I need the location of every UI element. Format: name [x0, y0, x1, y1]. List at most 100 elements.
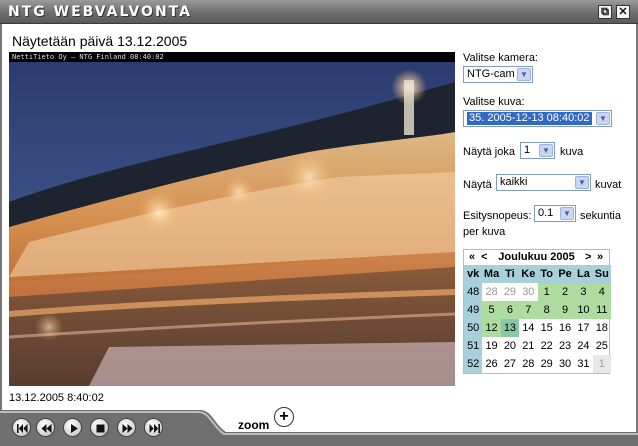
speed-label: Esitysnopeus: — [463, 210, 532, 222]
calendar-day: 20 — [503, 340, 517, 352]
calendar-week-row: 49 5 6 7 8 9 10 11 — [464, 301, 611, 319]
window-title: NTG WEBVALVONTA — [8, 4, 192, 20]
calendar-day: 22 — [540, 340, 553, 352]
every-suffix: kuva — [560, 146, 584, 158]
chevron-down-icon: ▼ — [517, 68, 531, 81]
calendar-day: 29 — [540, 358, 553, 370]
calendar-day: 28 — [522, 358, 535, 370]
calendar-day: 31 — [577, 358, 590, 370]
zoom-in-button[interactable]: + — [274, 407, 294, 427]
camera-select[interactable]: NTG-cam ▼ — [463, 66, 533, 83]
calendar-day: 21 — [522, 340, 535, 352]
calendar-day: 23 — [558, 340, 572, 352]
calendar-day[interactable]: 6 — [500, 301, 520, 319]
speed-suffix: sekuntia — [580, 210, 621, 222]
restore-icon[interactable]: ⧉ — [598, 5, 612, 19]
calendar-day: 18 — [595, 322, 608, 334]
calendar-day: 1 — [592, 355, 611, 373]
weekday-header: To — [537, 265, 556, 283]
skip-to-start-button[interactable] — [12, 418, 31, 437]
play-button[interactable] — [63, 418, 82, 437]
skip-to-end-icon — [149, 424, 160, 433]
speed-select[interactable]: 0.1 ▼ — [534, 205, 576, 222]
fast-forward-button[interactable] — [117, 418, 136, 437]
stop-button[interactable] — [90, 418, 109, 437]
camera-label: Valitse kamera: — [463, 52, 538, 64]
every-label: Näytä joka — [463, 146, 515, 158]
calendar-day: 16 — [558, 322, 572, 334]
week-number: 50 — [464, 319, 483, 337]
calendar-day: 26 — [485, 358, 498, 370]
calendar-week-row: 48 28 29 30 1 2 3 4 — [464, 283, 611, 301]
calendar-day[interactable]: 9 — [555, 301, 575, 319]
image-select[interactable]: 35. 2005-12-13 08:40:02 ▼ — [463, 110, 612, 127]
zoom-label: zoom — [238, 418, 270, 432]
next-year-button[interactable]: » — [597, 250, 603, 265]
every-select[interactable]: 1 ▼ — [520, 142, 555, 159]
fast-forward-icon — [122, 424, 133, 433]
week-number: 49 — [464, 301, 483, 319]
show-select[interactable]: kaikki ▼ — [496, 174, 591, 191]
calendar-day: 14 — [522, 322, 535, 334]
calendar: « < Joulukuu 2005 > » vk Ma Ti Ke To Pe … — [463, 249, 611, 374]
calendar-week-row: 51 19 20 21 22 23 24 25 — [464, 337, 611, 355]
chevron-down-icon: ▼ — [539, 144, 553, 157]
calendar-day: 15 — [540, 322, 553, 334]
calendar-day[interactable]: 5 — [482, 301, 501, 319]
rewind-button[interactable] — [36, 418, 55, 437]
title-bar: NTG WEBVALVONTA ⧉ ✕ — [0, 0, 638, 24]
calendar-day: 30 — [522, 286, 535, 298]
week-number: 52 — [464, 355, 483, 373]
rewind-icon — [41, 424, 52, 433]
speed-suffix-2: per kuva — [463, 226, 506, 238]
speed-select-value: 0.1 — [538, 207, 554, 219]
calendar-day: 29 — [503, 286, 517, 298]
skip-to-start-icon — [17, 424, 28, 433]
image-timestamp: 13.12.2005 8:40:02 — [9, 392, 104, 404]
calendar-day: 25 — [595, 340, 608, 352]
chevron-down-icon: ▼ — [575, 176, 589, 189]
calendar-grid: vk Ma Ti Ke To Pe La Su 48 28 29 30 1 2 … — [464, 265, 611, 373]
calendar-day[interactable]: 3 — [574, 283, 593, 301]
next-month-button[interactable]: > — [585, 250, 591, 265]
image-select-value: 35. 2005-12-13 08:40:02 — [467, 112, 592, 125]
calendar-day: 17 — [577, 322, 590, 334]
calendar-day[interactable]: 1 — [537, 283, 556, 301]
weekday-header: Ke — [519, 265, 538, 283]
close-icon[interactable]: ✕ — [616, 5, 630, 19]
calendar-day-selected[interactable]: 13 — [500, 319, 520, 337]
show-label: Näytä — [463, 179, 492, 191]
calendar-day[interactable]: 11 — [592, 301, 611, 319]
camera-image[interactable]: NettiTieto Oy – NTG Finland 08:40:02 — [9, 52, 455, 386]
calendar-day: 28 — [485, 286, 498, 298]
stop-icon — [96, 424, 105, 433]
skip-to-end-button[interactable] — [144, 418, 163, 437]
calendar-day[interactable]: 8 — [537, 301, 556, 319]
calendar-day[interactable]: 4 — [592, 283, 611, 301]
week-number: 48 — [464, 283, 483, 301]
play-icon — [71, 424, 78, 433]
calendar-day[interactable]: 12 — [482, 319, 501, 337]
calendar-day[interactable]: 10 — [574, 301, 593, 319]
page-title: Näytetään päivä 13.12.2005 — [12, 33, 188, 49]
calendar-day: 30 — [558, 358, 572, 370]
calendar-day: 24 — [577, 340, 590, 352]
weekday-header: Ti — [500, 265, 520, 283]
weekday-header: vk — [464, 265, 483, 283]
calendar-day[interactable]: 2 — [555, 283, 575, 301]
weekday-header: Pe — [555, 265, 575, 283]
show-suffix: kuvat — [595, 179, 622, 191]
calendar-header: « < Joulukuu 2005 > » — [464, 250, 609, 265]
camera-overlay-text: NettiTieto Oy – NTG Finland 08:40:02 — [9, 52, 455, 62]
every-select-value: 1 — [524, 144, 531, 156]
calendar-week-row: 50 12 13 14 15 16 17 18 — [464, 319, 611, 337]
calendar-day: 19 — [485, 340, 498, 352]
calendar-day: 27 — [503, 358, 517, 370]
weekday-header: Ma — [482, 265, 501, 283]
image-label: Valitse kuva: — [463, 96, 525, 108]
chevron-down-icon: ▼ — [596, 112, 610, 125]
weekday-header: Su — [592, 265, 611, 283]
weekday-header: La — [574, 265, 593, 283]
camera-select-value: NTG-cam — [467, 68, 515, 80]
calendar-day[interactable]: 7 — [519, 301, 538, 319]
